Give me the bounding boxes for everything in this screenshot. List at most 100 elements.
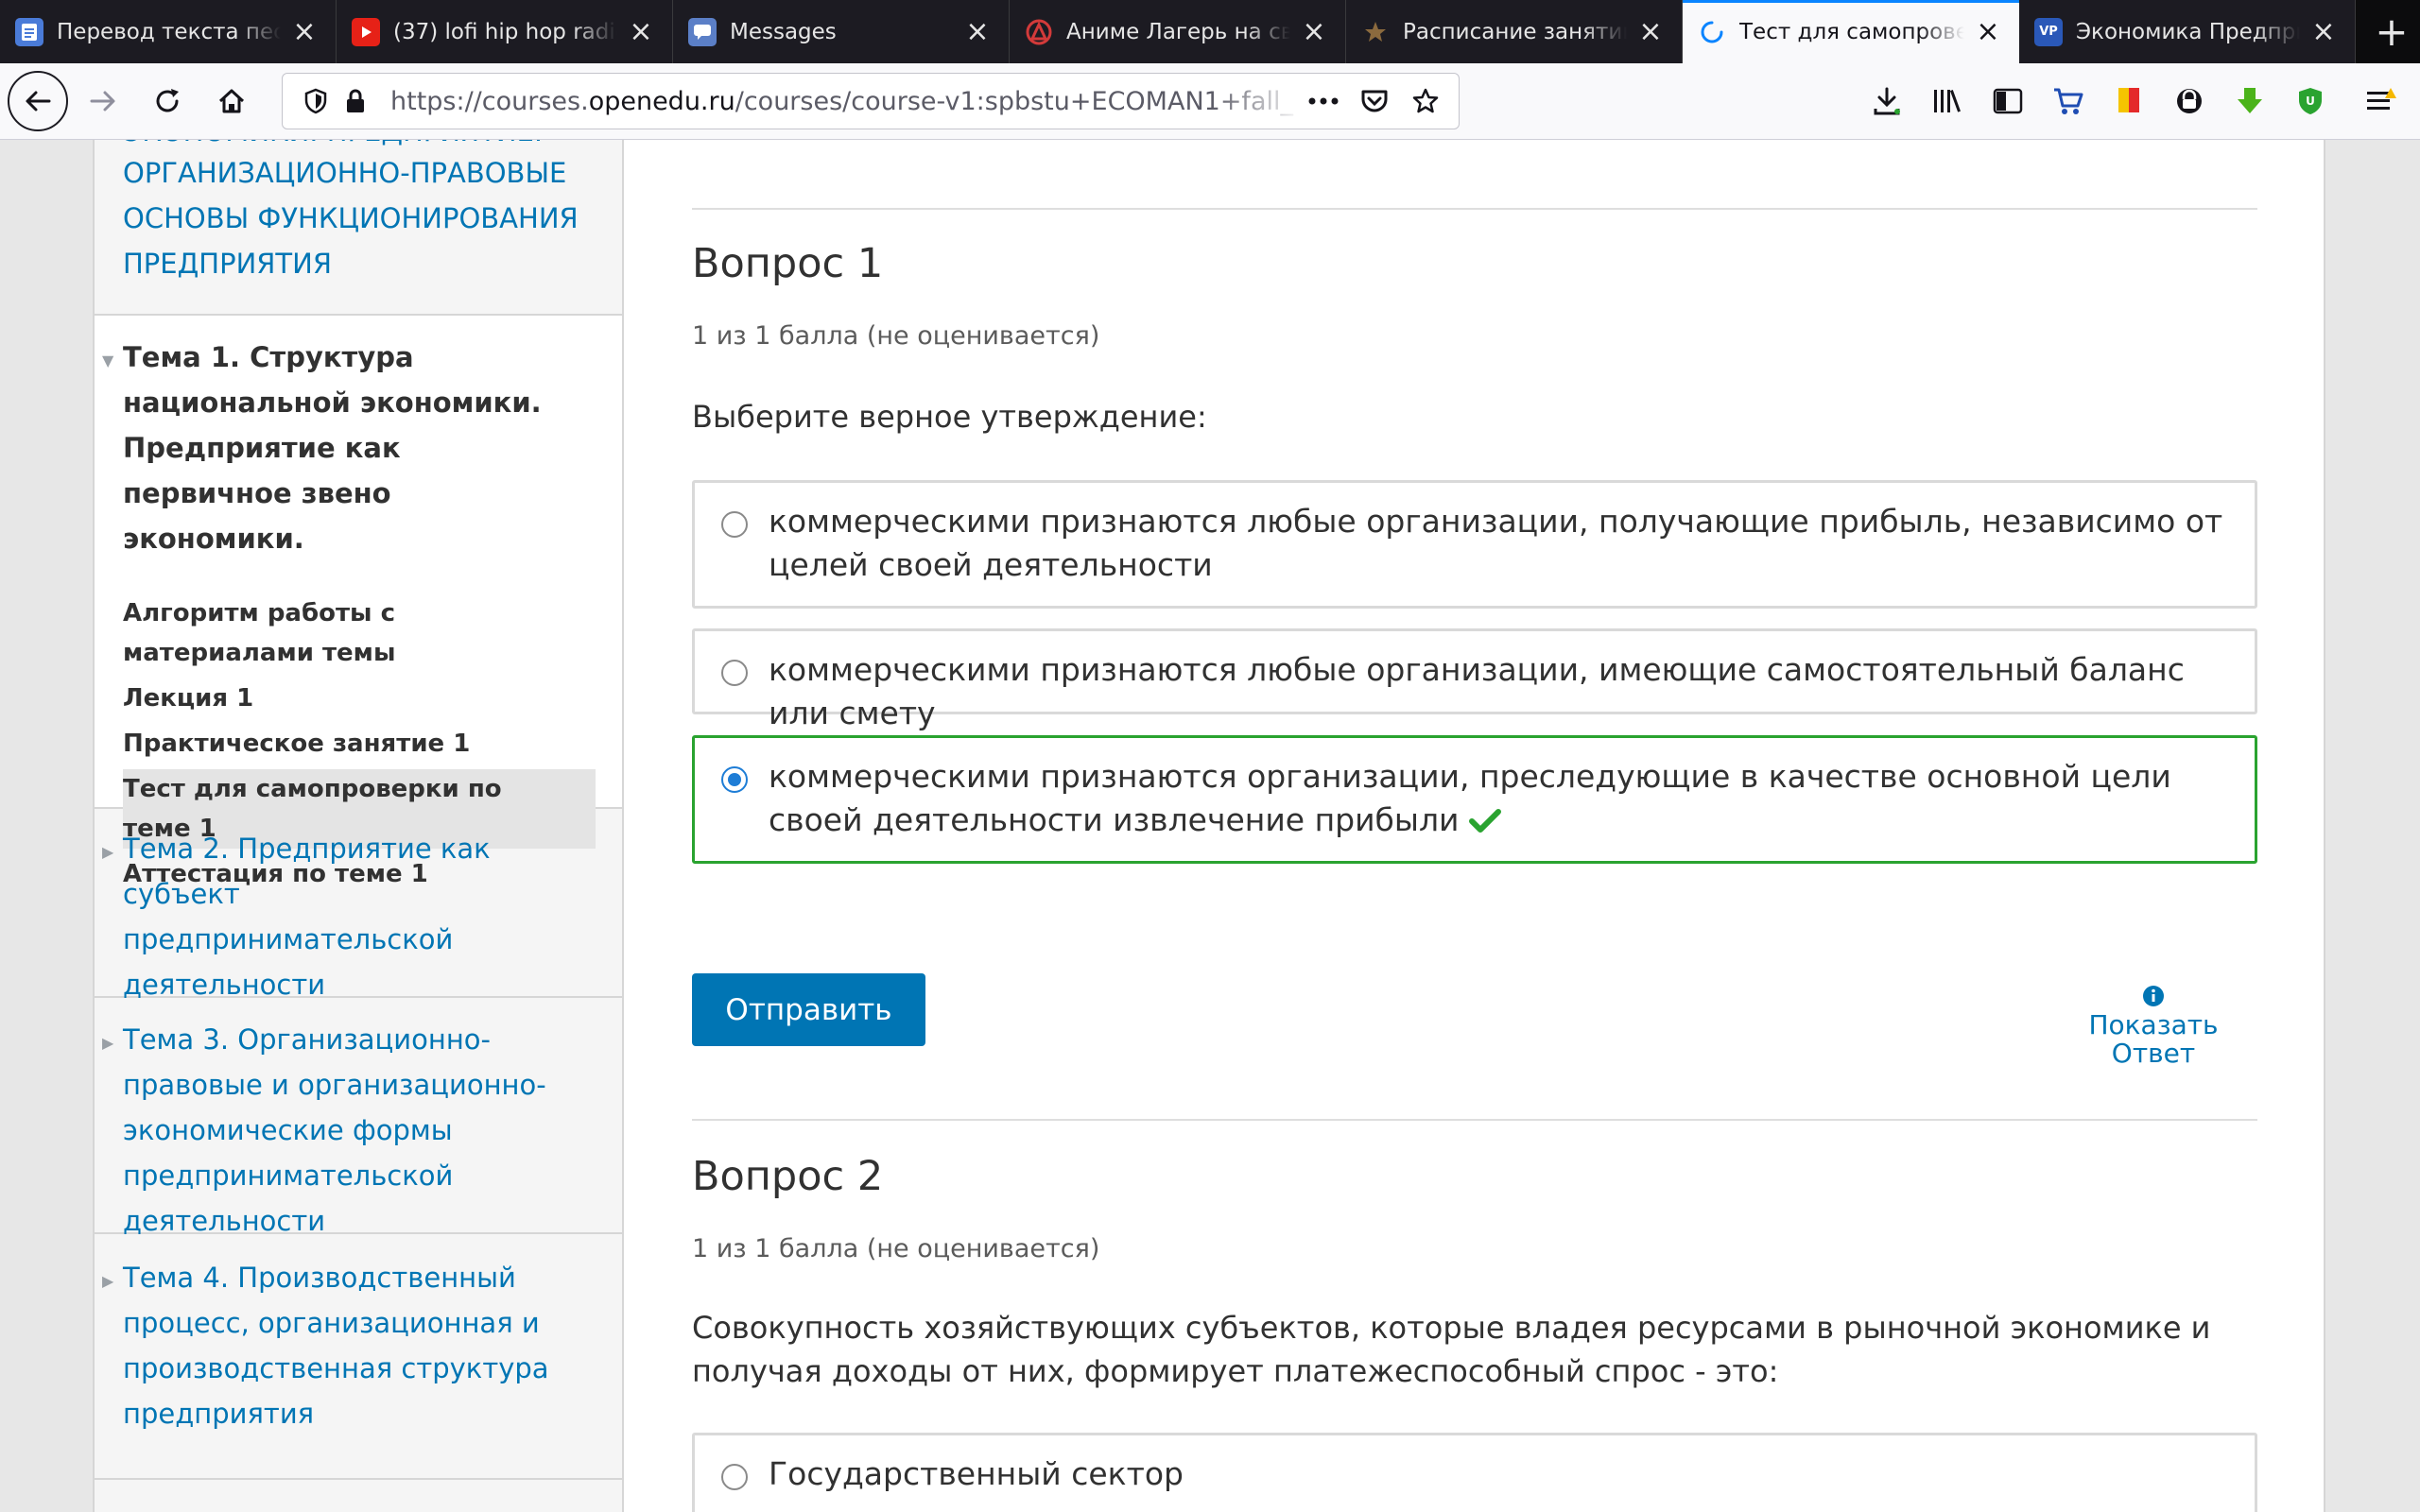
anime-icon — [1025, 18, 1053, 46]
chapter-title[interactable]: ОРГАНИЗАЦИОННО-ПРАВОВЫЕ ОСНОВЫ ФУНКЦИОНИ… — [123, 150, 586, 286]
sidebar-chapter-2[interactable]: ▶ Тема 2. Предприятие как субъект предпр… — [95, 809, 622, 1001]
reload-icon — [156, 89, 179, 112]
tab-title: Перевод текста песни — [57, 19, 281, 44]
close-icon[interactable]: × — [290, 17, 319, 46]
reload-button[interactable] — [138, 72, 197, 130]
bookmark-flag-icon[interactable] — [2099, 73, 2159, 129]
question-2-title: Вопрос 2 — [692, 1153, 884, 1200]
tab-title: Аниме Лагерь на свет — [1066, 19, 1290, 44]
tab-6[interactable]: VP Экономика Предприя × — [2019, 0, 2356, 63]
sequence-label: Лекция 1 — [123, 684, 254, 713]
question-1-title: Вопрос 1 — [692, 240, 884, 287]
show-answer-button[interactable]: Показать Ответ — [2078, 985, 2229, 1068]
radio-button-checked[interactable] — [721, 766, 748, 793]
forward-button[interactable] — [74, 72, 132, 130]
question-2-prompt: Совокупность хозяйствующих субъектов, ко… — [692, 1310, 2211, 1389]
url-domain: openedu.ru — [588, 86, 735, 116]
course-container: ЭКОНОМИКИ. ПРЕДПРИЯТИЕ. ОРГАНИЗАЦИОННО-П… — [93, 140, 2325, 1512]
tab-4[interactable]: Расписание занятий × — [1346, 0, 1683, 63]
question-2-points: 1 из 1 балла (не оценивается) — [692, 1234, 1100, 1263]
home-icon — [218, 89, 245, 113]
sequence-label: Практическое занятие 1 — [123, 730, 471, 758]
tab-2[interactable]: Messages × — [673, 0, 1010, 63]
menu-icon[interactable] — [2350, 73, 2411, 129]
toolbar-icons: U — [1857, 73, 2420, 129]
question-2-choice-1[interactable]: Государственный сектор — [692, 1433, 2257, 1512]
pocket-icon[interactable] — [1355, 81, 1394, 121]
choice-label: коммерческими признаются любые организац… — [769, 651, 2185, 731]
address-bar[interactable]: https://courses.openedu.ru/courses/cours… — [282, 73, 1460, 129]
show-answer-label-2: Ответ — [2111, 1038, 2196, 1069]
close-icon[interactable]: × — [1974, 17, 2002, 46]
star-icon — [1361, 18, 1390, 46]
chapter-title[interactable]: Тема 2. Предприятие как субъект предприн… — [123, 826, 567, 1007]
download-helper-icon[interactable] — [2220, 73, 2280, 129]
arrow-left-icon — [26, 91, 51, 112]
radio-button[interactable] — [721, 511, 748, 538]
question-1-points: 1 из 1 балла (не оценивается) — [692, 321, 1100, 351]
tab-title: Messages — [730, 19, 837, 44]
close-icon[interactable]: × — [963, 17, 992, 46]
divider — [692, 208, 2257, 210]
choice-2[interactable]: коммерческими признаются любые организац… — [692, 628, 2257, 731]
sequence-item[interactable]: Алгоритм работы с материалами темы — [123, 588, 596, 673]
downloads-icon[interactable] — [1857, 73, 1917, 129]
library-icon[interactable] — [1917, 73, 1978, 129]
tab-0[interactable]: Перевод текста песни × — [0, 0, 337, 63]
sidebar-chapter-top[interactable]: ЭКОНОМИКИ. ПРЕДПРИЯТИЕ. ОРГАНИЗАЦИОННО-П… — [95, 140, 622, 316]
chapter-title[interactable]: Тема 4. Производственный процесс, органи… — [123, 1255, 567, 1436]
sequence-label: Алгоритм работы с материалами темы — [123, 599, 396, 667]
more-actions-icon[interactable] — [1304, 81, 1343, 121]
tab-title: (37) lofi hip hop radio — [393, 19, 617, 44]
arrow-right-icon — [90, 91, 115, 112]
sidebar-chapter-open: ▼ Тема 1. Структура национальной экономи… — [95, 316, 622, 888]
cart-icon[interactable] — [2038, 73, 2099, 129]
navigation-toolbar: https://courses.openedu.ru/courses/cours… — [0, 63, 2420, 140]
tab-1[interactable]: (37) lofi hip hop radio × — [337, 0, 673, 63]
messages-icon — [688, 17, 717, 46]
open-chapter-title[interactable]: Тема 1. Структура национальной экономики… — [123, 335, 577, 561]
sequence-item[interactable]: Практическое занятие 1 — [123, 718, 596, 764]
svg-text:U: U — [2306, 94, 2315, 108]
shield-icon[interactable] — [296, 81, 336, 121]
close-icon[interactable]: × — [2309, 17, 2338, 46]
sidebar-chapter-4[interactable]: ▶ Тема 4. Производственный процесс, орга… — [95, 1234, 622, 1480]
choice-label: коммерческими признаются любые организац… — [769, 503, 2223, 583]
caret-right-icon: ▶ — [102, 1272, 114, 1290]
sidebar-toggle-icon[interactable] — [1978, 73, 2038, 129]
close-icon[interactable]: × — [1636, 17, 1665, 46]
bookmark-star-icon[interactable] — [1406, 81, 1445, 121]
tab-3[interactable]: Аниме Лагерь на свет × — [1010, 0, 1346, 63]
chapter-title[interactable]: Тема 3. Организационно-правовые и органи… — [123, 1017, 586, 1244]
vsp-icon: VP — [2034, 17, 2063, 46]
caret-down-icon[interactable]: ▼ — [102, 352, 113, 369]
new-tab-button[interactable]: + — [2363, 0, 2420, 63]
course-outline-sidebar: ЭКОНОМИКИ. ПРЕДПРИЯТИЕ. ОРГАНИЗАЦИОННО-П… — [95, 140, 624, 1512]
choice-label: Государственный сектор — [769, 1455, 1184, 1492]
choice-3-selected[interactable]: коммерческими признаются организации, пр… — [692, 735, 2257, 864]
youtube-icon — [352, 17, 380, 46]
loading-icon — [1698, 18, 1726, 46]
tab-5-active[interactable]: Тест для самопровер × — [1683, 0, 2019, 63]
divider — [692, 1119, 2257, 1121]
tab-title: Экономика Предприя — [2076, 19, 2300, 44]
radio-button[interactable] — [721, 1464, 748, 1490]
radio-button[interactable] — [721, 660, 748, 686]
choice-1[interactable]: коммерческими признаются любые организац… — [692, 480, 2257, 609]
page-background: ЭКОНОМИКИ. ПРЕДПРИЯТИЕ. ОРГАНИЗАЦИОННО-П… — [0, 140, 2420, 1512]
home-button[interactable] — [202, 72, 261, 130]
lock-icon[interactable] — [336, 81, 375, 121]
submit-button[interactable]: Отправить — [692, 973, 925, 1046]
url-text[interactable]: https://courses.openedu.ru/courses/cours… — [390, 87, 1304, 116]
close-icon[interactable]: × — [627, 17, 655, 46]
checkmark-icon — [1468, 809, 1501, 833]
sequence-item[interactable]: Лекция 1 — [123, 673, 596, 718]
tab-title: Тест для самопровер — [1739, 19, 1964, 44]
adblock-shield-icon[interactable]: U — [2280, 73, 2341, 129]
back-button[interactable] — [8, 71, 68, 131]
caret-right-icon: ▶ — [102, 843, 114, 861]
sidebar-chapter-3[interactable]: ▶ Тема 3. Организационно-правовые и орга… — [95, 998, 622, 1237]
vpn-icon[interactable] — [2159, 73, 2220, 129]
question-1-prompt: Выберите верное утверждение: — [692, 399, 1207, 435]
close-icon[interactable]: × — [1300, 17, 1328, 46]
